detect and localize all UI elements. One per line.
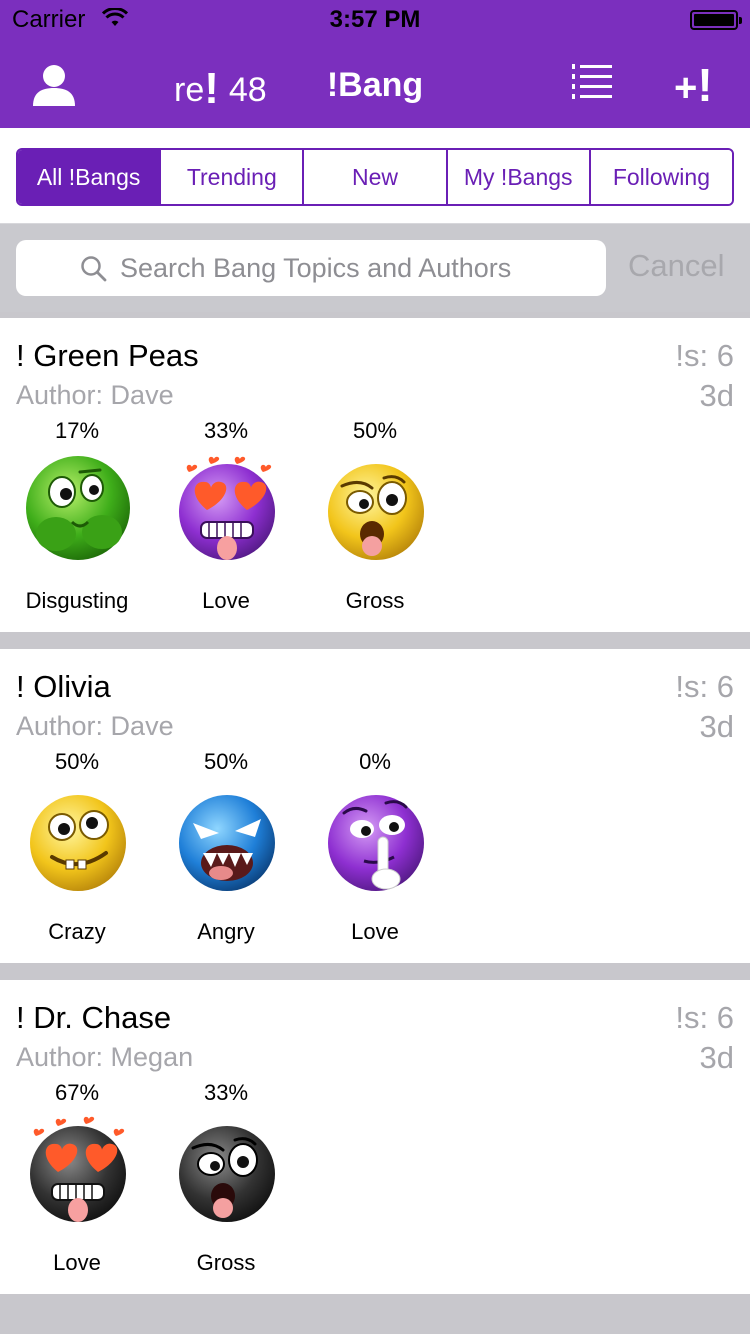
rebang-counter[interactable]: re! 48 xyxy=(174,64,267,114)
bang-author: Author: Dave xyxy=(16,380,174,410)
reaction-label: Love xyxy=(202,588,250,613)
segment-trending[interactable]: Trending xyxy=(159,150,303,204)
segment-following[interactable]: Following xyxy=(588,150,732,204)
bang-topic: ! Dr. Chase xyxy=(16,1000,172,1035)
love-emoji-icon xyxy=(30,1116,126,1222)
gross-emoji-icon xyxy=(328,464,424,560)
filter-bar: All !Bangs Trending New My !Bangs Follow… xyxy=(0,128,750,224)
cancel-button[interactable]: Cancel xyxy=(628,248,725,284)
reaction-item[interactable]: 33% Love xyxy=(151,418,301,618)
reaction-item[interactable]: 50% Crazy xyxy=(2,749,152,949)
ranked-list-icon[interactable] xyxy=(570,62,614,102)
reaction-item[interactable]: 50% Gross xyxy=(300,418,450,618)
nav-bar: re! 48 !Bang +! xyxy=(0,40,750,128)
crazy-emoji-icon xyxy=(30,795,126,891)
bang-age: 3d xyxy=(699,1040,734,1075)
reaction-item[interactable]: 50% Angry xyxy=(151,749,301,949)
reaction-item[interactable]: 0% Love xyxy=(300,749,450,949)
search-input[interactable] xyxy=(120,248,590,288)
bang-age: 3d xyxy=(699,378,734,413)
reaction-item[interactable]: 17% Disgusting xyxy=(2,418,152,618)
reaction-percent: 50% xyxy=(54,749,100,774)
bang-count: !s: 6 xyxy=(675,669,734,704)
reaction-label: Gross xyxy=(196,1250,256,1275)
segment-all-bangs[interactable]: All !Bangs xyxy=(18,150,160,204)
reaction-percent: 33% xyxy=(203,1080,249,1105)
reaction-label: Love xyxy=(53,1250,101,1275)
rebang-prefix: re xyxy=(174,71,205,109)
disgusting-emoji-icon xyxy=(26,456,130,560)
bang-author: Author: Dave xyxy=(16,711,174,741)
segment-my-bangs[interactable]: My !Bangs xyxy=(445,150,589,204)
bang-card[interactable]: ! Green Peas Author: Dave !s: 6 3d 17% D… xyxy=(0,318,750,632)
bang-card[interactable]: ! Olivia Author: Dave !s: 6 3d 50% Crazy… xyxy=(0,649,750,963)
reaction-percent: 67% xyxy=(54,1080,100,1105)
bang-card[interactable]: ! Dr. Chase Author: Megan !s: 6 3d 67% L… xyxy=(0,980,750,1294)
search-bar: Cancel xyxy=(0,224,750,312)
reaction-percent: 0% xyxy=(359,749,391,774)
bang-age: 3d xyxy=(699,709,734,744)
status-bar: Carrier 3:57 PM xyxy=(0,0,750,40)
reaction-percent: 50% xyxy=(352,418,398,443)
add-plus-glyph: + xyxy=(674,66,698,110)
reaction-percent: 33% xyxy=(203,418,249,443)
reaction-item[interactable]: 33% Gross xyxy=(151,1080,301,1280)
search-icon xyxy=(81,256,107,282)
reaction-label: Crazy xyxy=(48,919,106,944)
bang-count: !s: 6 xyxy=(675,1000,734,1035)
rebang-excl: ! xyxy=(204,64,219,113)
profile-icon[interactable] xyxy=(30,62,78,108)
bang-topic: ! Olivia xyxy=(16,669,111,704)
gross-emoji-icon xyxy=(179,1126,275,1222)
reaction-label: Disgusting xyxy=(25,588,129,613)
rebang-count: 48 xyxy=(228,71,267,109)
reaction-label: Gross xyxy=(345,588,405,613)
bang-author: Author: Megan xyxy=(16,1042,194,1072)
segment-new[interactable]: New xyxy=(302,150,446,204)
angry-emoji-icon xyxy=(179,795,275,891)
bang-topic: ! Green Peas xyxy=(16,338,199,373)
top-bar: Carrier 3:57 PM re! 48 !Bang +! xyxy=(0,0,750,128)
reaction-label: Angry xyxy=(197,919,255,944)
reaction-percent: 50% xyxy=(203,749,249,774)
battery-icon xyxy=(690,10,742,30)
add-excl-glyph: ! xyxy=(697,59,713,111)
reaction-percent: 17% xyxy=(54,418,100,443)
clock-label: 3:57 PM xyxy=(329,6,421,33)
add-bang-button[interactable]: +! xyxy=(674,58,713,112)
search-field[interactable] xyxy=(16,240,606,296)
reaction-item[interactable]: 67% Love xyxy=(2,1080,152,1280)
love-emoji-icon xyxy=(179,456,275,560)
page-title: !Bang xyxy=(326,66,424,104)
bang-count: !s: 6 xyxy=(675,338,734,373)
shush-emoji-icon xyxy=(328,795,424,891)
filter-segmented-control: All !Bangs Trending New My !Bangs Follow… xyxy=(16,148,734,206)
reaction-label: Love xyxy=(351,919,399,944)
